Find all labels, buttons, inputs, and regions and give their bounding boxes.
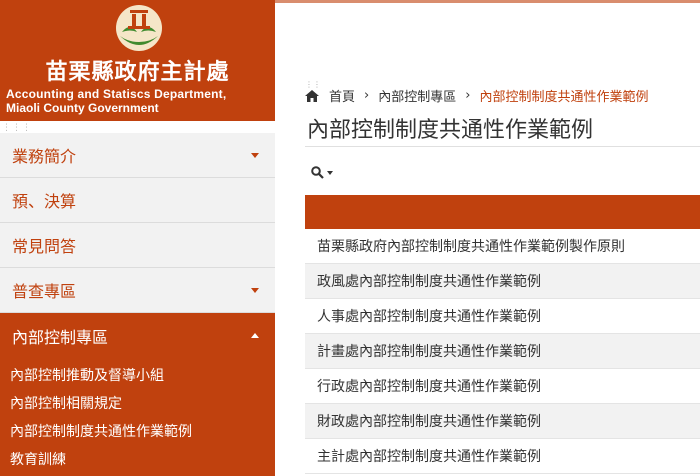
table-row[interactable]: 苗栗縣政府內部控制制度共通性作業範例製作原則	[305, 229, 700, 264]
table-row[interactable]: 主計處內部控制制度共通性作業範例	[305, 439, 700, 474]
document-table: 苗栗縣政府內部控制制度共通性作業範例製作原則 政風處內部控制制度共通性作業範例 …	[305, 195, 700, 474]
sidebar-item-internal-control[interactable]: 內部控制專區	[0, 313, 275, 358]
sidebar-item-label: 普查專區	[12, 282, 77, 301]
sidebar-item-census[interactable]: 普查專區	[0, 268, 275, 313]
sidebar: 苗栗縣政府主計處 Accounting and Statiscs Departm…	[0, 0, 275, 476]
chevron-down-icon	[251, 152, 259, 158]
chevron-down-icon	[251, 287, 259, 293]
submenu-item-training[interactable]: 教育訓練	[0, 446, 275, 474]
sidebar-item-label: 業務簡介	[12, 147, 77, 166]
search-toggle-button[interactable]	[311, 166, 333, 179]
table-row[interactable]: 行政處內部控制制度共通性作業範例	[305, 369, 700, 404]
search-icon	[311, 166, 324, 179]
breadcrumb-separator: ›	[465, 88, 471, 103]
table-row[interactable]: 人事處內部控制制度共通性作業範例	[305, 299, 700, 334]
sidebar-item-business-intro[interactable]: 業務簡介	[0, 133, 275, 178]
chevron-down-icon	[327, 170, 333, 175]
org-name-zh: 苗栗縣政府主計處	[45, 60, 230, 85]
table-row[interactable]: 政風處內部控制制度共通性作業範例	[305, 264, 700, 299]
page-title: 內部控制制度共通性作業範例	[307, 118, 594, 143]
table-row[interactable]: 財政處內部控制制度共通性作業範例	[305, 404, 700, 439]
breadcrumb-current: 內部控制制度共通性作業範例	[479, 90, 649, 105]
breadcrumb: 首頁 › 內部控制專區 › 內部控制制度共通性作業範例	[305, 86, 648, 105]
sidebar-item-budget[interactable]: 預、決算	[0, 178, 275, 223]
site-header-brand[interactable]: 苗栗縣政府主計處 Accounting and Statiscs Departm…	[0, 0, 275, 121]
logo-emblem	[116, 5, 162, 51]
drag-handle-dots: ⋮⋮⋮	[2, 123, 32, 133]
sidebar-item-label: 常見問答	[12, 237, 77, 256]
main-content: ⋮⋮ 首頁 › 內部控制專區 › 內部控制制度共通性作業範例 內部控制制度共通性…	[305, 0, 700, 474]
sidebar-item-faq[interactable]: 常見問答	[0, 223, 275, 268]
org-name-en-line1: Accounting and Statiscs Department,	[6, 87, 227, 101]
submenu-item-task-force[interactable]: 內部控制推動及督導小組	[0, 362, 275, 390]
breadcrumb-separator: ›	[364, 88, 370, 103]
home-icon[interactable]	[305, 89, 319, 102]
table-header	[305, 195, 700, 229]
sidebar-menu: 業務簡介 預、決算 常見問答 普查專區 內部控制專區 內部控制推動及督導小組 內…	[0, 133, 275, 476]
title-divider	[305, 146, 700, 147]
breadcrumb-internal-control[interactable]: 內部控制專區	[378, 86, 456, 105]
submenu-item-common-examples[interactable]: 內部控制制度共通性作業範例	[0, 418, 275, 446]
sidebar-submenu: 內部控制推動及督導小組 內部控制相關規定 內部控制制度共通性作業範例 教育訓練	[0, 358, 275, 476]
submenu-item-regulations[interactable]: 內部控制相關規定	[0, 390, 275, 418]
sidebar-item-label: 內部控制專區	[12, 327, 109, 347]
breadcrumb-home[interactable]: 首頁	[329, 86, 355, 105]
chevron-up-icon	[251, 333, 259, 338]
table-row[interactable]: 計畫處內部控制制度共通性作業範例	[305, 334, 700, 369]
sidebar-item-label: 預、決算	[12, 192, 77, 211]
org-name-en-line2: Miaoli County Government	[6, 101, 159, 115]
